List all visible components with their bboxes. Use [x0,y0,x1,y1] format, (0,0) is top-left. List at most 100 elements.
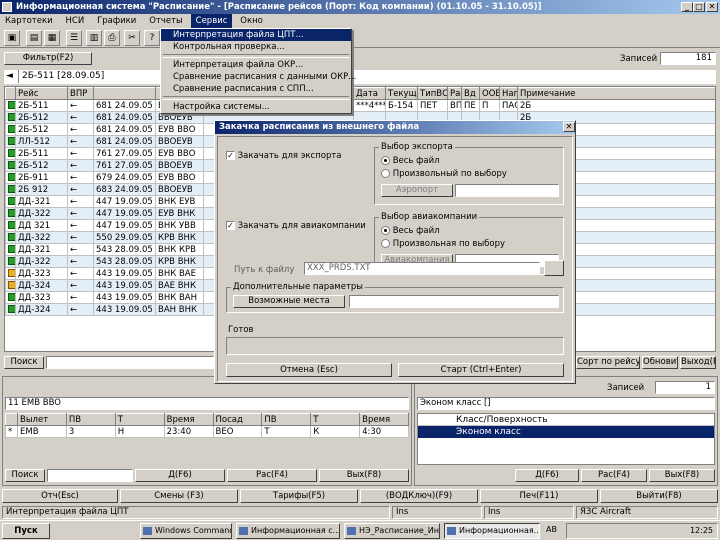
task-windows-commander[interactable]: Windows Commande... [140,523,232,539]
fn-exit-button[interactable]: Выйти(F8) [600,489,718,503]
col-date[interactable]: Дата [353,87,386,100]
import-radio-all[interactable] [381,226,390,235]
open-icon[interactable]: ▣ [4,30,20,46]
start-menu-button[interactable]: Пуск [2,523,50,539]
col-flight[interactable]: Рейс [15,87,68,100]
table-row[interactable]: 2Б-511←681 24.09.05ВВОЕУВ***4***Б-154ПЕТ… [5,99,715,112]
import-checkbox-row[interactable]: ✓ Закачать для авиакомпании [226,221,366,231]
route-search-input[interactable]: 11 EMB BBO [5,397,409,410]
col-rasp[interactable]: Расп [447,87,462,100]
route-search-field[interactable] [47,469,133,482]
refresh-button[interactable]: Обновить(F5) [642,356,678,369]
airport-button[interactable]: Аэропорт [381,184,453,197]
fn-otch-button[interactable]: Отч(Esc) [2,489,118,503]
menu-otchety[interactable]: Отчеты [144,14,188,28]
cell-vpr: 447 19.09.05 [93,219,156,232]
export-radio-all[interactable] [381,156,390,165]
fn-vodkl-button[interactable]: (ВОДКлюч)(F9) [360,489,478,503]
export-checkbox[interactable]: ✓ [226,151,235,160]
maximize-button[interactable]: □ [693,2,705,12]
cell-vpr: 681 24.09.05 [93,123,156,136]
list-icon[interactable]: ☰ [66,30,82,46]
menu-item-interp-cpt[interactable]: Интерпретация файла ЦПТ... [161,29,351,41]
exit-button[interactable]: Выход(F8) [680,356,716,369]
minimize-button[interactable]: _ [681,2,693,12]
route-search-button[interactable]: Поиск [5,469,45,482]
cancel-button[interactable]: Отмена (Esc) [226,363,392,377]
language-indicator[interactable]: АВ [546,525,557,534]
export-radio-select-row[interactable]: Произвольный по выбору [381,169,507,179]
menu-grafiki[interactable]: Графики [92,14,141,28]
class-list-item[interactable]: Эконом класс [418,426,714,438]
help-icon[interactable]: ? [144,30,160,46]
menu-kartoteki[interactable]: Картотеки [0,14,58,28]
task-ne-raspisanie[interactable]: НЭ_Расписание_Ин... [344,523,440,539]
export-checkbox-row[interactable]: ✓ Закачать для экспорта [226,151,342,161]
col-vd[interactable]: Вд [461,87,480,100]
arrow-left-icon[interactable]: ◄ [6,71,13,81]
import-radio-select-row[interactable]: Произвольная по выбору [381,239,505,249]
import-checkbox[interactable]: ✓ [226,221,235,230]
main-search-button[interactable]: Поиск [4,356,44,369]
flight-status-icon [8,257,15,265]
row-icon-cell [5,147,16,160]
tools-icon[interactable]: ✂ [124,30,140,46]
col-type[interactable]: ТипВС [417,87,448,100]
flight-status-icon [8,281,15,289]
browse-button[interactable] [544,260,564,276]
grid-icon[interactable]: ▦ [44,30,60,46]
places-field[interactable] [349,295,559,308]
class-exit-button[interactable]: Вых(F8) [649,469,715,482]
col-oob[interactable]: ООБ [479,87,500,100]
route-row[interactable]: * EMB 3 Н 23:40 BEO Т К 4:30 [5,425,409,438]
row-icon-cell [5,303,16,316]
class-search-input[interactable]: Эконом класс [] [417,397,715,410]
dialog-close-button[interactable]: ✕ [563,122,575,132]
import-radio-select[interactable] [381,239,390,248]
print-icon[interactable]: ⎙ [104,30,120,46]
chart-icon[interactable]: ▥ [86,30,102,46]
close-button[interactable]: ✕ [706,2,718,12]
path-input[interactable]: XXX_PRDS.TXT [304,262,540,275]
cell-route: ЕУВ ВВО [155,147,204,160]
menu-item-control[interactable]: Контрольная проверка... [161,41,351,53]
start-button[interactable]: Старт (Ctrl+Enter) [398,363,564,377]
export-radio-select[interactable] [381,169,390,178]
menu-item-compare-okr[interactable]: Сравнение расписания с данными ОКР... [161,71,356,83]
route-d-button[interactable]: Д(F6) [135,469,225,482]
export-radio-all-row[interactable]: Весь файл [381,156,440,166]
menu-item-compare-spp[interactable]: Сравнение расписания с СПП... [161,83,351,95]
route-exit-button[interactable]: Вых(F8) [319,469,409,482]
menu-item-interp-okr[interactable]: Интерпретация файла ОКР... [161,59,351,71]
menu-servis[interactable]: Сервис [190,14,233,28]
sort-button[interactable]: Сорт по рейсу(F7) [576,356,640,369]
flight-status-icon [8,269,15,277]
fn-tarify-button[interactable]: Тарифы(F5) [240,489,358,503]
import-radio-all-row[interactable]: Весь файл [381,226,440,236]
main-search-input[interactable] [46,356,214,369]
airport-field[interactable] [455,184,559,197]
table-icon[interactable]: ▤ [26,30,42,46]
places-button[interactable]: Возможные места [233,295,345,308]
menu-item-settings[interactable]: Настройка системы... [161,101,351,113]
class-d-button[interactable]: Д(F6) [515,469,579,482]
fn-print-button[interactable]: Печ(F11) [480,489,598,503]
filter-button[interactable]: Фильтр(F2) [4,52,92,65]
row-icon-cell [5,255,16,268]
task-info-system[interactable]: Информационная с... [236,523,340,539]
task-info-active[interactable]: Информационная... [444,523,540,539]
fn-smeny-button[interactable]: Смены (F3) [120,489,238,503]
col-nap[interactable]: Нап [499,87,518,100]
class-ras-button[interactable]: Рас(F4) [581,469,647,482]
menu-nsi[interactable]: НСИ [61,14,90,28]
row-icon-cell [5,171,16,184]
flight-search-input[interactable]: 2Б-511 [28.09.05] [22,71,104,81]
cell-land: BEO [212,425,263,438]
col-current[interactable]: Текущ [385,87,418,100]
menu-okno[interactable]: Окно [235,14,268,28]
col-vpr[interactable]: ВПР [67,87,94,100]
route-ras-button[interactable]: Рас(F4) [227,469,317,482]
col-note[interactable]: Примечание [517,87,715,100]
cell-route: ВАН ВНК [155,303,204,316]
records-count: 181 [660,52,716,65]
